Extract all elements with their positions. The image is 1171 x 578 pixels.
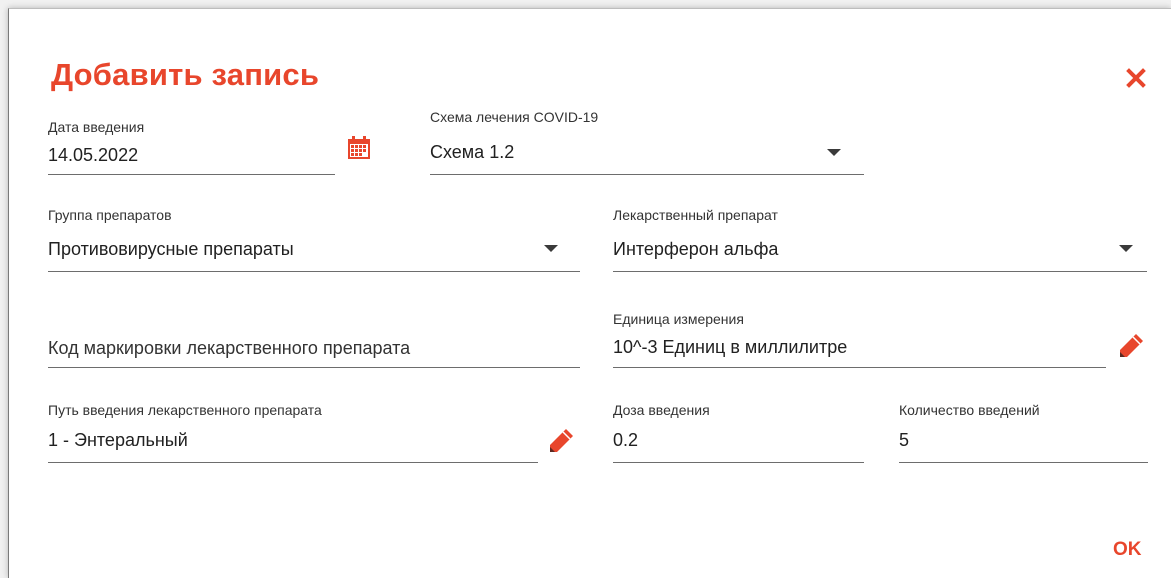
drug-value[interactable]: Интерферон альфа <box>613 239 778 260</box>
unit-value[interactable]: 10^-3 Единиц в миллилитре <box>613 337 847 358</box>
pencil-icon[interactable] <box>546 426 576 456</box>
close-icon[interactable] <box>1125 67 1147 89</box>
dose-value[interactable]: 0.2 <box>613 430 638 451</box>
drug-select[interactable]: Лекарственный препарат Интерферон альфа <box>613 207 1147 272</box>
count-value[interactable]: 5 <box>899 430 909 451</box>
date-field[interactable]: Дата введения 14.05.2022 <box>48 117 335 175</box>
route-label: Путь введения лекарственного препарата <box>48 402 322 418</box>
unit-field[interactable]: Единица измерения 10^-3 Единиц в миллили… <box>613 311 1106 368</box>
date-value[interactable]: 14.05.2022 <box>48 145 138 166</box>
dose-underline <box>613 462 864 463</box>
route-underline <box>48 462 538 463</box>
calendar-icon[interactable] <box>346 135 372 161</box>
chevron-down-icon[interactable] <box>1119 245 1133 252</box>
add-record-dialog: Добавить запись Дата введения 14.05.2022… <box>8 8 1171 578</box>
unit-underline <box>613 367 1106 368</box>
count-field[interactable]: Количество введений 5 <box>899 402 1148 463</box>
scheme-label: Схема лечения COVID-19 <box>430 109 599 125</box>
count-label: Количество введений <box>899 402 1040 418</box>
count-underline <box>899 462 1148 463</box>
ok-button[interactable]: OK <box>1113 539 1142 561</box>
drug-underline <box>613 271 1147 272</box>
drug-group-underline <box>48 271 580 272</box>
route-value[interactable]: 1 - Энтеральный <box>48 430 188 451</box>
drug-group-label: Группа препаратов <box>48 207 172 223</box>
scheme-underline <box>430 174 864 175</box>
route-field[interactable]: Путь введения лекарственного препарата 1… <box>48 402 538 463</box>
drug-group-select[interactable]: Группа препаратов Противовирусные препар… <box>48 207 580 272</box>
date-underline <box>48 174 335 175</box>
chevron-down-icon[interactable] <box>544 245 558 252</box>
unit-label: Единица измерения <box>613 311 744 327</box>
scheme-value[interactable]: Схема 1.2 <box>430 142 514 163</box>
dialog-title: Добавить запись <box>51 57 320 92</box>
dose-field[interactable]: Доза введения 0.2 <box>613 402 864 463</box>
marking-code-underline <box>48 367 580 368</box>
marking-code-placeholder: Код маркировки лекарственного препарата <box>48 338 411 358</box>
pencil-icon[interactable] <box>1116 331 1146 361</box>
scheme-select[interactable]: Схема лечения COVID-19 Схема 1.2 <box>430 109 864 175</box>
drug-label: Лекарственный препарат <box>613 207 778 223</box>
dose-label: Доза введения <box>613 402 710 418</box>
marking-code-input[interactable]: Код маркировки лекарственного препарата <box>48 329 580 368</box>
drug-group-value[interactable]: Противовирусные препараты <box>48 239 294 260</box>
date-label: Дата введения <box>48 119 145 135</box>
chevron-down-icon[interactable] <box>827 149 841 156</box>
